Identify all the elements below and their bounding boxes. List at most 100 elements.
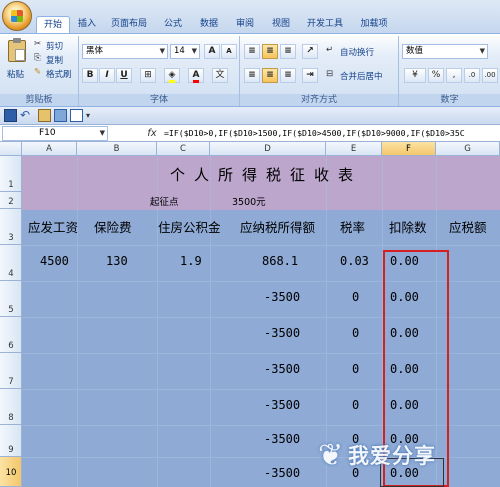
office-button[interactable] xyxy=(2,1,32,31)
column-header-f[interactable]: F xyxy=(382,142,436,156)
tab-formulas[interactable]: 公式 xyxy=(158,16,188,33)
row-header-5[interactable]: 5 xyxy=(0,281,22,317)
align-middle-button[interactable]: ≡ xyxy=(262,44,278,59)
indent-button[interactable]: ⇥ xyxy=(302,68,318,83)
cell-d9[interactable]: -3500 xyxy=(264,432,300,446)
merge-icon: ⊟ xyxy=(326,69,334,79)
row-header-2[interactable]: 2 xyxy=(0,192,22,209)
formula-bar: F10 ▼ fx =IF($D10>0,IF($D10>1500,IF($D10… xyxy=(0,125,500,142)
grow-font-button[interactable]: A xyxy=(204,44,220,59)
wrap-icon: ↵ xyxy=(326,45,334,55)
customize-toolbar-icon[interactable]: ▾ xyxy=(86,109,99,122)
orientation-icon: ↗ xyxy=(306,46,314,56)
row-header-7[interactable]: 7 xyxy=(0,353,22,389)
row-number: 6 xyxy=(8,341,14,351)
italic-button[interactable]: I xyxy=(99,68,115,83)
percent-button[interactable]: % xyxy=(428,68,444,83)
chevron-down-icon: ▼ xyxy=(159,47,165,55)
increase-decimal-button[interactable]: .0 xyxy=(464,68,480,83)
tab-data[interactable]: 数据 xyxy=(194,16,224,33)
cell-e5[interactable]: 0 xyxy=(352,290,359,304)
align-left-button[interactable]: ≡ xyxy=(244,68,260,83)
select-all-corner[interactable] xyxy=(0,142,22,156)
phonetic-button[interactable]: 文 xyxy=(212,68,228,83)
cell-d6[interactable]: -3500 xyxy=(264,326,300,340)
underline-button[interactable]: U xyxy=(116,68,132,83)
tab-view[interactable]: 视图 xyxy=(266,16,296,33)
cut-label: 剪切 xyxy=(46,42,64,52)
open-icon[interactable] xyxy=(38,109,51,122)
phonetic-icon: 文 xyxy=(215,70,225,80)
font-color-button[interactable]: A xyxy=(188,68,204,83)
fill-color-button[interactable]: ◈ xyxy=(164,68,180,83)
number-format-select[interactable]: 数值 ▼ xyxy=(402,44,488,59)
cut-button[interactable]: ✂ 剪切 xyxy=(34,39,74,52)
new-document-icon[interactable] xyxy=(70,109,83,122)
row-header-9[interactable]: 9 xyxy=(0,425,22,457)
row-header-4[interactable]: 4 xyxy=(0,245,22,281)
cell-d4[interactable]: 868.1 xyxy=(262,254,298,268)
row-header-3[interactable]: 3 xyxy=(0,209,22,245)
cell-e4[interactable]: 0.03 xyxy=(340,254,369,268)
row-header-6[interactable]: 6 xyxy=(0,317,22,353)
comma-button[interactable]: , xyxy=(446,68,462,83)
tab-insert[interactable]: 插入 xyxy=(72,16,102,33)
column-header-d[interactable]: D xyxy=(210,142,326,156)
row-header-10[interactable]: 10 xyxy=(0,457,22,487)
cell-e7[interactable]: 0 xyxy=(352,362,359,376)
tab-home[interactable]: 开始 xyxy=(36,16,70,33)
watermark: ❦ 我爱分享 xyxy=(318,432,500,487)
threshold-label: 起征点 xyxy=(150,197,179,208)
align-right-button[interactable]: ≡ xyxy=(280,68,296,83)
number-format-value: 数值 xyxy=(406,46,424,56)
bold-button[interactable]: B xyxy=(82,68,98,83)
cell-e8[interactable]: 0 xyxy=(352,398,359,412)
print-preview-icon[interactable] xyxy=(54,109,67,122)
format-painter-button[interactable]: ✎ 格式刷 xyxy=(34,67,74,80)
font-name-select[interactable]: 黑体 ▼ xyxy=(82,44,168,59)
orientation-button[interactable]: ↗ xyxy=(302,44,318,59)
quick-access-toolbar: ↶ ▾ xyxy=(0,107,500,125)
cell-d5[interactable]: -3500 xyxy=(264,290,300,304)
tab-review[interactable]: 审阅 xyxy=(230,16,260,33)
save-icon[interactable] xyxy=(4,109,17,122)
cell-d7[interactable]: -3500 xyxy=(264,362,300,376)
font-size-select[interactable]: 14 ▼ xyxy=(170,44,200,59)
function-wizard-button[interactable]: fx xyxy=(142,126,162,141)
wrap-text-button[interactable]: ↵ 自动换行 xyxy=(326,44,392,59)
column-header-c[interactable]: C xyxy=(157,142,210,156)
column-header-a[interactable]: A xyxy=(22,142,77,156)
wrap-text-label: 自动换行 xyxy=(340,48,375,58)
column-header-b[interactable]: B xyxy=(77,142,157,156)
cell-e6[interactable]: 0 xyxy=(352,326,359,340)
tab-addins[interactable]: 加载项 xyxy=(354,16,394,33)
chevron-down-icon: ▼ xyxy=(479,47,485,55)
cell-c4[interactable]: 1.9 xyxy=(180,254,202,268)
formula-input[interactable]: =IF($D10>0,IF($D10>1500,IF($D10>4500,IF(… xyxy=(164,126,500,141)
row-header-1[interactable]: 1 xyxy=(0,156,22,192)
name-box[interactable]: F10 ▼ xyxy=(2,126,108,141)
cell-d10[interactable]: -3500 xyxy=(264,466,300,480)
align-bottom-button[interactable]: ≡ xyxy=(280,44,296,59)
border-button[interactable]: ⊞ xyxy=(140,68,156,83)
shrink-font-button[interactable]: A xyxy=(221,44,237,59)
align-top-button[interactable]: ≡ xyxy=(244,44,260,59)
row-number: 4 xyxy=(8,269,14,279)
column-header-g[interactable]: G xyxy=(436,142,500,156)
tab-page-layout[interactable]: 页面布局 xyxy=(106,16,152,33)
merge-center-button[interactable]: ⊟ 合并后居中 xyxy=(326,68,396,83)
align-center-button[interactable]: ≡ xyxy=(262,68,278,83)
decrease-decimal-icon: .00 xyxy=(484,71,496,79)
tab-developer[interactable]: 开发工具 xyxy=(302,16,348,33)
cell-a4[interactable]: 4500 xyxy=(40,254,69,268)
copy-button[interactable]: ⎘ 复制 xyxy=(34,53,74,66)
cell-d8[interactable]: -3500 xyxy=(264,398,300,412)
cell-b4[interactable]: 130 xyxy=(106,254,128,268)
currency-button[interactable]: ¥ xyxy=(404,68,426,83)
column-header-e[interactable]: E xyxy=(326,142,382,156)
paste-button[interactable]: 粘贴 xyxy=(4,38,30,88)
row-number: 10 xyxy=(5,468,17,478)
row-header-8[interactable]: 8 xyxy=(0,389,22,425)
decrease-decimal-button[interactable]: .00 xyxy=(482,68,498,83)
undo-icon[interactable]: ↶ xyxy=(20,109,33,122)
